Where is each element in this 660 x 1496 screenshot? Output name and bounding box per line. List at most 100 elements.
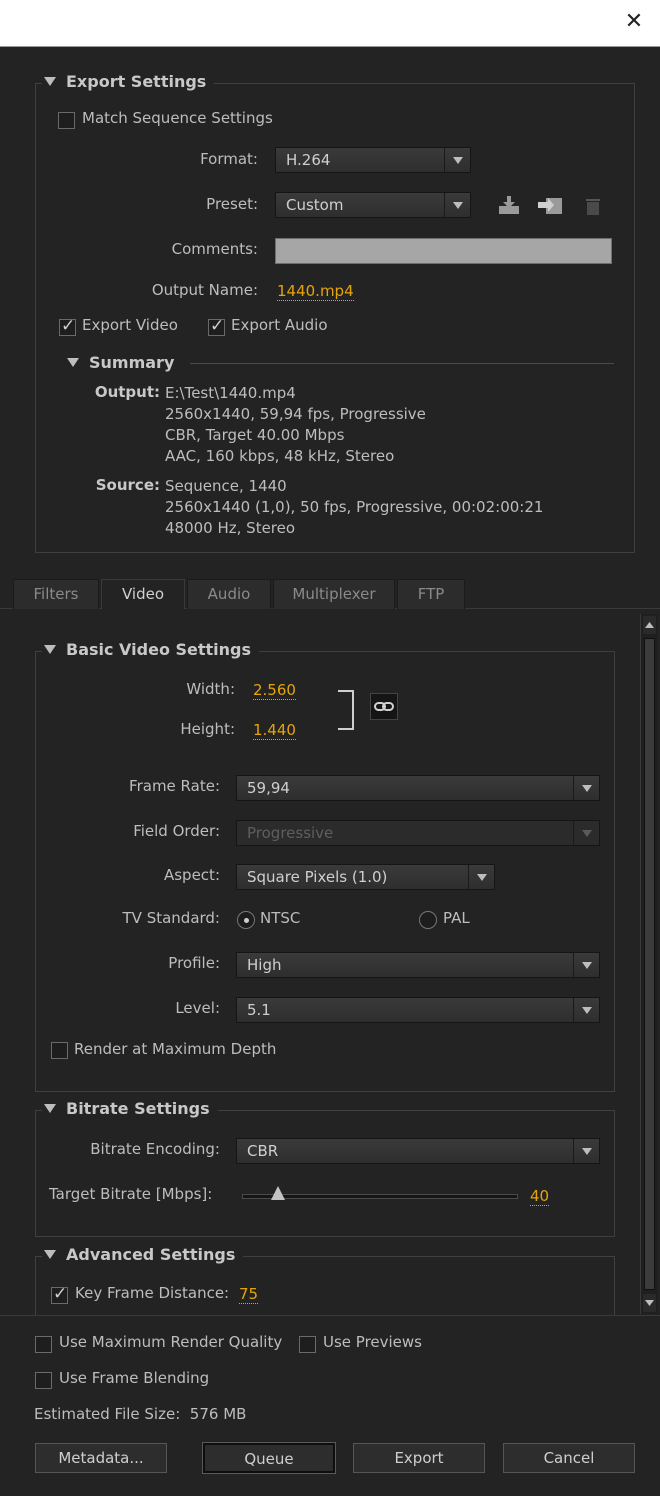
tab-audio[interactable]: Audio <box>187 579 271 609</box>
tab-multiplexer[interactable]: Multiplexer <box>273 579 395 609</box>
profile-value: High <box>247 956 282 974</box>
width-value[interactable]: 2.560 <box>253 681 296 700</box>
chevron-down-icon <box>573 1139 599 1163</box>
export-button[interactable]: Export <box>353 1443 485 1473</box>
collapse-triangle-icon <box>44 1104 56 1113</box>
chevron-down-icon <box>573 821 599 845</box>
chevron-down-icon <box>573 953 599 977</box>
comments-field[interactable] <box>275 238 612 264</box>
collapse-triangle-icon <box>67 358 79 367</box>
bitrate-heading[interactable]: Bitrate Settings <box>42 1099 218 1118</box>
tab-ftp[interactable]: FTP <box>397 579 465 609</box>
frame-blending-label: Use Frame Blending <box>59 1369 210 1387</box>
summary-divider <box>190 363 614 364</box>
level-select[interactable]: 5.1 <box>236 997 600 1023</box>
level-value: 5.1 <box>247 1001 271 1019</box>
export-audio-checkbox[interactable] <box>208 316 225 336</box>
chevron-down-icon <box>573 776 599 800</box>
output-name-link[interactable]: 1440.mp4 <box>277 282 354 301</box>
aspect-label: Aspect: <box>163 866 220 884</box>
preset-label: Preset: <box>206 195 258 213</box>
field-order-label: Field Order: <box>133 822 220 840</box>
frame-blending-checkbox[interactable] <box>35 1372 52 1389</box>
key-frame-checkbox[interactable] <box>51 1284 68 1304</box>
ntsc-radio[interactable] <box>237 911 255 929</box>
key-frame-label: Key Frame Distance: <box>75 1284 230 1302</box>
profile-select[interactable]: High <box>236 952 600 978</box>
arrow-down-icon <box>645 1300 654 1306</box>
vertical-scrollbar[interactable] <box>640 614 658 1314</box>
format-label: Format: <box>200 150 258 168</box>
constrain-proportions-button[interactable] <box>370 693 398 720</box>
queue-button[interactable]: Queue <box>202 1442 336 1474</box>
frame-rate-label: Frame Rate: <box>129 777 220 795</box>
match-sequence-label: Match Sequence Settings <box>82 109 273 127</box>
delete-preset-icon[interactable] <box>583 195 603 217</box>
basic-video-heading[interactable]: Basic Video Settings <box>42 640 260 659</box>
tv-standard-label: TV Standard: <box>122 909 221 927</box>
chevron-down-icon <box>468 865 494 889</box>
tab-video[interactable]: Video <box>101 579 185 609</box>
key-frame-value[interactable]: 75 <box>239 1285 259 1304</box>
summary-source-block: Sequence, 1440 2560x1440 (1,0), 50 fps, … <box>165 476 543 539</box>
collapse-triangle-icon <box>44 645 56 654</box>
chevron-down-icon <box>573 998 599 1022</box>
scroll-down-button[interactable] <box>643 1294 656 1312</box>
output-name-label: Output Name: <box>151 281 258 299</box>
aspect-select[interactable]: Square Pixels (1.0) <box>236 864 495 890</box>
scroll-thumb[interactable] <box>644 638 655 1290</box>
chain-link-icon <box>374 702 394 711</box>
tab-filters[interactable]: Filters <box>13 579 99 609</box>
link-bracket <box>338 690 354 730</box>
max-render-quality-label: Use Maximum Render Quality <box>59 1333 283 1351</box>
save-preset-icon[interactable] <box>497 194 521 216</box>
target-bitrate-label: Target Bitrate [Mbps]: <box>49 1185 213 1203</box>
preset-select[interactable]: Custom <box>275 192 471 218</box>
cancel-button[interactable]: Cancel <box>503 1443 635 1473</box>
comments-label: Comments: <box>171 240 258 258</box>
metadata-button[interactable]: Metadata... <box>35 1443 167 1473</box>
scroll-up-button[interactable] <box>643 616 656 634</box>
export-video-label: Export Video <box>82 316 178 334</box>
use-previews-checkbox[interactable] <box>299 1336 316 1353</box>
target-bitrate-slider-thumb[interactable] <box>270 1186 285 1200</box>
estimated-file-size: Estimated File Size: 576 MB <box>34 1405 247 1423</box>
chevron-down-icon <box>444 148 470 172</box>
export-audio-label: Export Audio <box>231 316 328 334</box>
summary-output-line: AAC, 160 kbps, 48 kHz, Stereo <box>165 447 395 465</box>
match-sequence-checkbox[interactable] <box>58 112 75 129</box>
target-bitrate-value[interactable]: 40 <box>530 1187 550 1206</box>
chevron-down-icon <box>444 193 470 217</box>
close-icon[interactable]: ✕ <box>622 10 646 34</box>
summary-output-line: 2560x1440, 59,94 fps, Progressive <box>165 405 426 423</box>
summary-output-block: E:\Test\1440.mp4 2560x1440, 59,94 fps, P… <box>165 383 426 467</box>
bitrate-group <box>35 1110 615 1237</box>
summary-output-key: Output: <box>94 383 160 401</box>
arrow-up-icon <box>645 622 654 628</box>
render-max-depth-label: Render at Maximum Depth <box>74 1040 277 1058</box>
bitrate-encoding-label: Bitrate Encoding: <box>90 1140 220 1158</box>
summary-output-line: E:\Test\1440.mp4 <box>165 384 296 402</box>
bitrate-encoding-select[interactable]: CBR <box>236 1138 600 1164</box>
pal-radio[interactable] <box>419 911 437 929</box>
summary-heading[interactable]: Summary <box>65 353 183 372</box>
format-select[interactable]: H.264 <box>275 147 471 173</box>
export-settings-heading[interactable]: Export Settings <box>42 72 215 91</box>
ntsc-label: NTSC <box>260 909 301 927</box>
height-label: Height: <box>180 720 235 738</box>
advanced-heading[interactable]: Advanced Settings <box>42 1245 244 1264</box>
bitrate-encoding-value: CBR <box>247 1142 279 1160</box>
height-value[interactable]: 1.440 <box>253 721 296 740</box>
summary-source-key: Source: <box>95 476 160 494</box>
import-preset-icon[interactable] <box>536 194 564 216</box>
summary-source-line: 2560x1440 (1,0), 50 fps, Progressive, 00… <box>165 498 544 516</box>
aspect-value: Square Pixels (1.0) <box>247 868 388 886</box>
frame-rate-select[interactable]: 59,94 <box>236 775 600 801</box>
format-value: H.264 <box>286 151 331 169</box>
render-max-depth-checkbox[interactable] <box>51 1042 68 1059</box>
max-render-quality-checkbox[interactable] <box>35 1336 52 1353</box>
width-label: Width: <box>186 680 235 698</box>
preset-value: Custom <box>286 196 344 214</box>
export-video-checkbox[interactable] <box>59 316 76 336</box>
collapse-triangle-icon <box>44 77 56 86</box>
